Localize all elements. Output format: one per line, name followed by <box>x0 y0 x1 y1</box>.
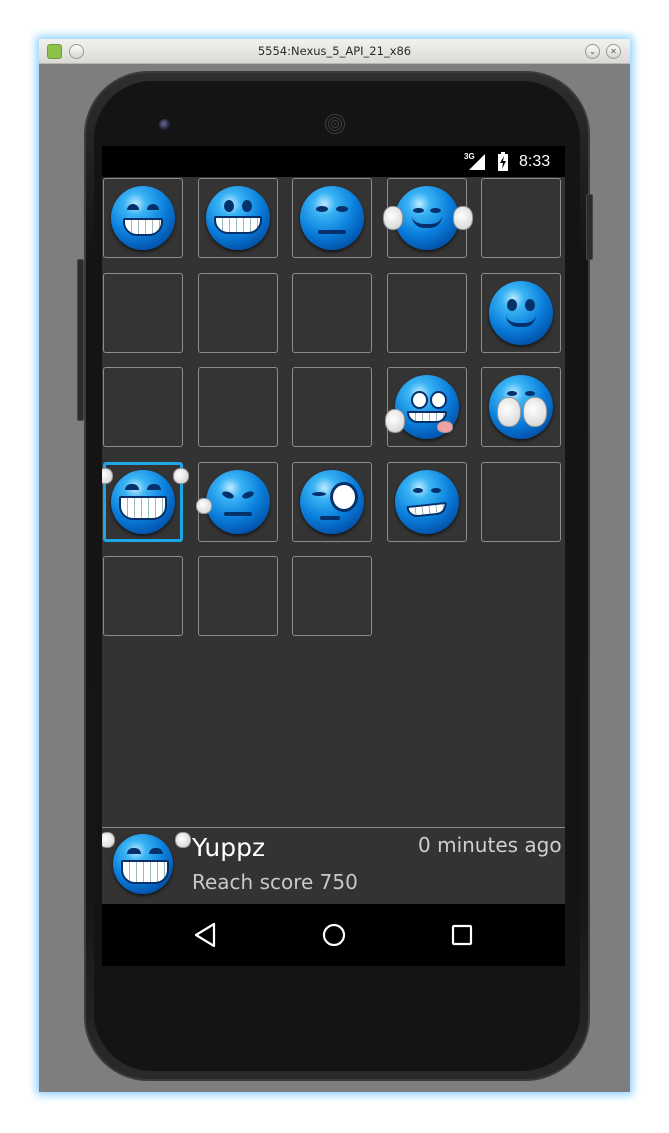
empty-tile[interactable] <box>103 556 183 637</box>
minimize-button[interactable]: ⌄ <box>585 44 600 59</box>
grinning-teeth-face-icon <box>205 186 270 250</box>
signal-icon <box>469 154 485 170</box>
smiling-face-icon <box>489 280 554 345</box>
hiding-face-icon <box>489 375 554 440</box>
window-title: 5554:Nexus_5_API_21_x86 <box>257 44 412 58</box>
empty-tile[interactable] <box>386 272 467 353</box>
empty-tile[interactable] <box>103 272 183 353</box>
home-icon[interactable] <box>320 921 348 949</box>
empty-tile[interactable] <box>481 178 562 258</box>
crying-face-icon <box>111 186 175 250</box>
back-icon[interactable] <box>192 921 220 949</box>
empty-tile[interactable] <box>292 272 373 353</box>
notification-time: 0 minutes ago <box>418 833 562 857</box>
empty-tile[interactable] <box>292 367 373 448</box>
emoji-tile[interactable] <box>382 178 473 258</box>
title-bar[interactable]: 5554:Nexus_5_API_21_x86 ⌄ ✕ <box>39 39 630 64</box>
emoji-tile[interactable] <box>386 461 467 542</box>
power-button[interactable] <box>586 194 593 260</box>
notification-message: Reach score 750 <box>192 870 358 894</box>
notification-icon-wrap <box>102 828 192 904</box>
notification-title[interactable]: Yuppz <box>192 833 265 862</box>
clapping-face-icon <box>382 186 473 250</box>
volume-button[interactable] <box>77 259 84 421</box>
angry-face-icon <box>195 469 270 534</box>
emoji-tile[interactable] <box>481 367 562 448</box>
empty-tile[interactable] <box>197 272 278 353</box>
emoji-tile[interactable] <box>481 272 562 353</box>
empty-tile[interactable] <box>197 556 278 637</box>
emoji-tile[interactable] <box>292 461 373 542</box>
empty-tile[interactable] <box>103 367 183 448</box>
winking-face-icon <box>300 469 365 534</box>
emoji-tile[interactable] <box>197 178 278 258</box>
emoji-tile[interactable] <box>292 178 373 258</box>
grimacing-face-icon <box>394 469 459 534</box>
phone-screen: 3G 8:33 Yuppz 0 minutes ago Reach score … <box>102 146 565 966</box>
status-bar: 3G 8:33 <box>102 146 565 177</box>
emoji-tile[interactable] <box>384 367 467 448</box>
navigation-bar <box>102 904 565 966</box>
empty-tile[interactable] <box>197 367 278 448</box>
empty-tile[interactable] <box>292 556 373 637</box>
empty-tile[interactable] <box>481 461 562 542</box>
annoyed-face-icon <box>300 186 365 250</box>
emoji-tile[interactable] <box>103 178 183 258</box>
emoji-grid <box>102 177 565 647</box>
earpiece-speaker <box>324 113 346 135</box>
recents-icon[interactable] <box>448 921 476 949</box>
status-clock: 8:33 <box>519 153 551 170</box>
close-button[interactable]: ✕ <box>606 44 621 59</box>
front-camera <box>159 119 171 131</box>
battery-icon <box>498 152 508 171</box>
laughing-face-icon <box>102 832 191 894</box>
scared-face-icon <box>384 375 459 440</box>
emoji-tile[interactable] <box>195 461 278 542</box>
emoji-tile[interactable] <box>102 461 189 542</box>
laughing-face-icon <box>102 467 189 534</box>
